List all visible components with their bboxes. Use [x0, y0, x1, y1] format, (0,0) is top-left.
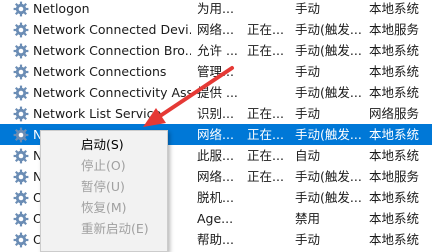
service-startup-type: 禁用 [295, 211, 321, 226]
service-name: Netlogon [33, 1, 90, 16]
service-logon-as: 本地系统 [369, 64, 420, 79]
service-logon-as: 本地系统 [369, 1, 420, 16]
service-startup-type: 手动 [295, 232, 321, 247]
service-logon-as: 本地系统 [369, 190, 420, 205]
service-description: Age... [197, 211, 234, 226]
service-description: 提供 ... [197, 85, 238, 100]
service-description: 网络... [197, 169, 234, 184]
service-status: 正在... [247, 127, 284, 142]
service-description: 允许 ... [197, 43, 238, 58]
service-row-network-connections[interactable]: Network Connections 管理... 手动 本地系统 [0, 61, 432, 82]
service-status: 正在... [247, 43, 284, 58]
service-description: 帮助... [197, 232, 234, 247]
menu-item-resume: 恢复(M) [81, 200, 127, 215]
service-startup-type: 自动 [295, 148, 321, 163]
service-gear-icon [13, 106, 29, 122]
context-menu: 启动(S) 停止(O) 暂停(U) 恢复(M) 重新启动(E) [40, 130, 168, 252]
service-logon-as: 本地系统 [369, 43, 420, 58]
service-logon-as: 网络服务 [369, 106, 420, 121]
service-gear-icon [13, 169, 29, 185]
service-description: 管理... [197, 64, 234, 79]
service-gear-icon [13, 211, 29, 227]
service-row-network-connected-devices[interactable]: Network Connected Devi... 网络... 正在... 手动… [0, 19, 432, 40]
service-gear-icon [13, 127, 29, 143]
service-status: 正在... [247, 169, 284, 184]
service-description: 识别... [197, 106, 234, 121]
service-name: Network Connected Devi... [33, 22, 191, 37]
service-gear-icon [13, 1, 29, 17]
menu-item-stop: 停止(O) [81, 158, 126, 173]
service-description: 此服... [197, 148, 234, 163]
menu-item-restart: 重新启动(E) [81, 221, 149, 236]
menu-item-pause: 暂停(U) [81, 179, 125, 194]
service-gear-icon [13, 190, 29, 206]
service-logon-as: 本地服务 [369, 169, 420, 184]
service-gear-icon [13, 232, 29, 248]
service-startup-type: 手动(触发... [295, 190, 362, 205]
service-logon-as: 本地系统 [369, 85, 420, 100]
service-startup-type: 手动(触发... [295, 22, 362, 37]
service-description: 脱机... [197, 190, 234, 205]
service-name: Network Connectivity Ass... [33, 85, 191, 100]
service-startup-type: 手动 [295, 64, 321, 79]
service-gear-icon [13, 85, 29, 101]
service-gear-icon [13, 43, 29, 59]
service-row-network-list-service[interactable]: Network List Service 识别... 正在... 手动 网络服务 [0, 103, 432, 124]
service-startup-type: 手动(触发... [295, 85, 362, 100]
service-logon-as: 本地服务 [369, 22, 420, 37]
service-name: Network List Service [33, 106, 162, 121]
service-logon-as: 本地系统 [369, 232, 420, 247]
service-startup-type: 手动(触发... [295, 43, 362, 58]
service-startup-type: 手动(触发... [295, 127, 362, 142]
service-name: Network Connections [33, 64, 167, 79]
service-startup-type: 手动(触发... [295, 169, 362, 184]
service-status: 正在... [247, 22, 284, 37]
service-description: 网络... [197, 22, 234, 37]
service-gear-icon [13, 22, 29, 38]
service-row-network-connectivity-assistant[interactable]: Network Connectivity Ass... 提供 ... 手动(触发… [0, 82, 432, 103]
service-description: 为用... [197, 1, 234, 16]
service-logon-as: 本地系统 [369, 127, 420, 142]
service-row-network-connection-broker[interactable]: Network Connection Bro... 允许 ... 正在... 手… [0, 40, 432, 61]
service-logon-as: 本地系统 [369, 148, 420, 163]
service-logon-as: 本地系统 [369, 211, 420, 226]
menu-item-start[interactable]: 启动(S) [41, 134, 167, 155]
service-gear-icon [13, 64, 29, 80]
service-row-netlogon[interactable]: Netlogon 为用... 手动 本地系统 [0, 0, 432, 19]
service-description: 网络... [197, 127, 234, 142]
service-status: 正在... [247, 106, 284, 121]
service-status: 正在... [247, 148, 284, 163]
service-name: Network Connection Bro... [33, 43, 191, 58]
service-startup-type: 手动 [295, 106, 321, 121]
service-gear-icon [13, 148, 29, 164]
service-startup-type: 手动 [295, 1, 321, 16]
